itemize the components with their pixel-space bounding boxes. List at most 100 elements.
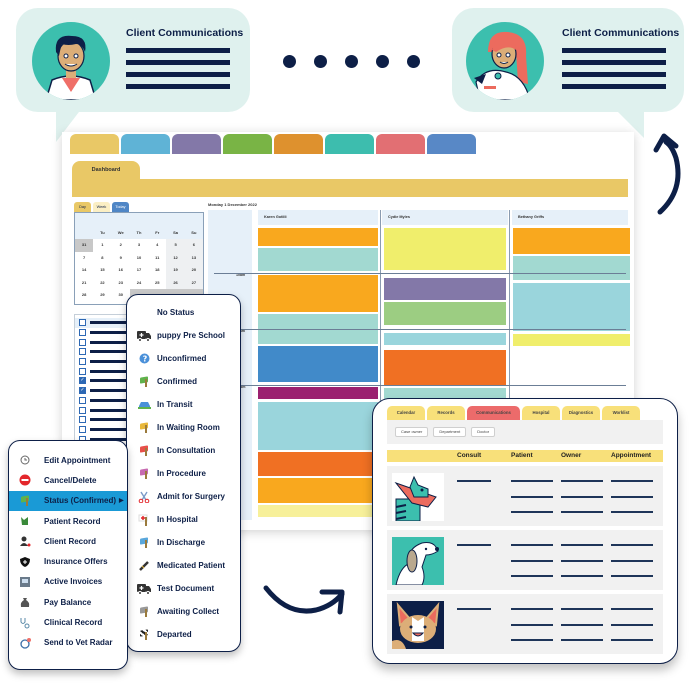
calendar-day[interactable]: 15 [93, 264, 111, 277]
calendar-day[interactable]: 20 [184, 264, 203, 277]
appointment-block[interactable] [384, 350, 506, 385]
appointment-block[interactable] [384, 228, 506, 270]
tab-today[interactable]: Today [112, 202, 129, 212]
status-option-no-status[interactable]: No Status [127, 301, 240, 324]
calendar-day[interactable]: 26 [166, 276, 185, 289]
comm-table-row[interactable] [387, 466, 663, 526]
calendar-day[interactable]: 22 [93, 277, 111, 290]
status-option-departed[interactable]: Departed [127, 623, 240, 646]
status-option-puppy-pre-school[interactable]: puppy Pre School [127, 324, 240, 347]
menu-item-insurance-offers[interactable]: Insurance Offers [9, 551, 127, 571]
calendar-day[interactable]: 13 [184, 251, 203, 264]
status-option-in-waiting-room[interactable]: In Waiting Room [127, 416, 240, 439]
calendar-day[interactable]: 31 [75, 239, 94, 252]
menu-item-active-invoices[interactable]: Active Invoices [9, 572, 127, 592]
task-checkbox[interactable] [79, 348, 86, 356]
tab-dashboard[interactable]: Dashboard [72, 161, 140, 180]
task-checkbox[interactable] [79, 406, 86, 414]
status-option-in-transit[interactable]: In Transit [127, 393, 240, 416]
calendar-day[interactable]: 9 [112, 252, 130, 265]
comm-table-row[interactable] [387, 594, 663, 654]
appointment-block[interactable] [513, 283, 630, 331]
calendar-day[interactable]: 14 [75, 264, 93, 277]
calendar-day[interactable]: 25 [148, 277, 166, 290]
calendar-day[interactable]: 29 [93, 289, 111, 302]
calendar-day[interactable]: 5 [166, 239, 185, 252]
task-checkbox[interactable] [79, 416, 86, 424]
menu-item-status-confirmed[interactable]: Status (Confirmed) ▶ [9, 490, 127, 511]
calendar-day[interactable]: 4 [148, 239, 166, 252]
calendar-day[interactable]: 17 [130, 264, 148, 277]
calendar-day[interactable]: 18 [148, 264, 166, 277]
filter-doctor[interactable]: Doctor [471, 427, 496, 437]
appointment-block[interactable] [513, 334, 630, 346]
status-option-admit-for-surgery[interactable]: Admit for Surgery [127, 485, 240, 508]
module-tab[interactable] [325, 134, 374, 154]
menu-item-send-to-vet-radar[interactable]: Send to Vet Radar [9, 633, 127, 653]
appointment-block[interactable] [384, 333, 506, 345]
appointment-block[interactable] [513, 228, 630, 254]
status-option-medicated-patient[interactable]: Medicated Patient [127, 554, 240, 577]
appointment-block[interactable] [258, 228, 378, 246]
task-checkbox[interactable]: ✓ [79, 387, 86, 395]
menu-item-edit-appointment[interactable]: Edit Appointment [9, 450, 127, 470]
task-checkbox[interactable] [79, 358, 86, 366]
appointment-block[interactable] [258, 452, 378, 476]
tab-worklist[interactable]: Worklist [602, 406, 640, 420]
status-option-in-hospital[interactable]: In Hospital [127, 508, 240, 531]
appointment-block[interactable] [384, 278, 506, 300]
menu-item-cancel-delete[interactable]: Cancel/Delete [9, 470, 127, 490]
task-checkbox[interactable] [79, 319, 86, 327]
calendar-day[interactable]: 8 [93, 252, 111, 265]
calendar-day[interactable]: 7 [75, 252, 93, 265]
task-checkbox[interactable] [79, 338, 86, 346]
status-option-confirmed[interactable]: Confirmed [127, 370, 240, 393]
appointment-block[interactable] [258, 248, 378, 271]
task-checkbox[interactable] [79, 396, 86, 404]
module-tab[interactable] [223, 134, 272, 154]
appointment-block[interactable] [258, 275, 378, 312]
tab-week[interactable]: Week [93, 202, 110, 212]
appointment-block[interactable] [258, 505, 378, 517]
calendar-day[interactable]: 2 [112, 239, 130, 252]
tab-calendar[interactable]: Calendar [387, 406, 425, 420]
tab-day[interactable]: Day [74, 202, 91, 212]
module-tab[interactable] [70, 134, 119, 154]
tab-hospital[interactable]: Hospital [522, 406, 560, 420]
calendar-day[interactable]: 11 [148, 252, 166, 265]
module-tab[interactable] [376, 134, 425, 154]
appointment-block[interactable] [513, 256, 630, 280]
calendar-day[interactable]: 28 [75, 289, 93, 302]
calendar-day[interactable]: 16 [112, 264, 130, 277]
status-option-in-discharge[interactable]: In Discharge [127, 531, 240, 554]
status-option-unconfirmed[interactable]: ? Unconfirmed [127, 347, 240, 370]
menu-item-clinical-record[interactable]: Clinical Record [9, 612, 127, 632]
filter-case-owner[interactable]: Case owner [395, 427, 429, 437]
calendar-day[interactable]: 1 [93, 239, 111, 252]
calendar-day[interactable]: 21 [75, 277, 93, 290]
calendar-day[interactable]: 12 [166, 251, 185, 264]
appointment-block[interactable] [258, 387, 378, 399]
status-option-test-document[interactable]: Test Document [127, 577, 240, 600]
tab-diagnostics[interactable]: Diagnostics [562, 406, 600, 420]
appointment-block[interactable] [258, 478, 378, 503]
appointment-block[interactable] [258, 402, 378, 450]
module-tab[interactable] [121, 134, 170, 154]
menu-item-client-record[interactable]: Client Record [9, 531, 127, 551]
menu-item-pay-balance[interactable]: Pay Balance [9, 592, 127, 612]
calendar-day[interactable]: 6 [184, 239, 203, 252]
tab-records[interactable]: Records [427, 406, 465, 420]
calendar-day[interactable]: 10 [130, 252, 148, 265]
calendar-day[interactable]: 27 [184, 276, 203, 289]
appointment-block[interactable] [258, 346, 378, 382]
filter-department[interactable]: Department [433, 427, 467, 437]
status-option-in-procedure[interactable]: In Procedure [127, 462, 240, 485]
calendar-day[interactable]: 23 [112, 277, 130, 290]
module-tab[interactable] [427, 134, 476, 154]
module-tab[interactable] [274, 134, 323, 154]
comm-table-row[interactable] [387, 530, 663, 590]
status-option-in-consultation[interactable]: In Consultation [127, 439, 240, 462]
task-checkbox[interactable]: ✓ [79, 377, 86, 385]
task-checkbox[interactable] [79, 425, 86, 433]
status-option-awaiting-collect[interactable]: Awaiting Collect [127, 600, 240, 623]
